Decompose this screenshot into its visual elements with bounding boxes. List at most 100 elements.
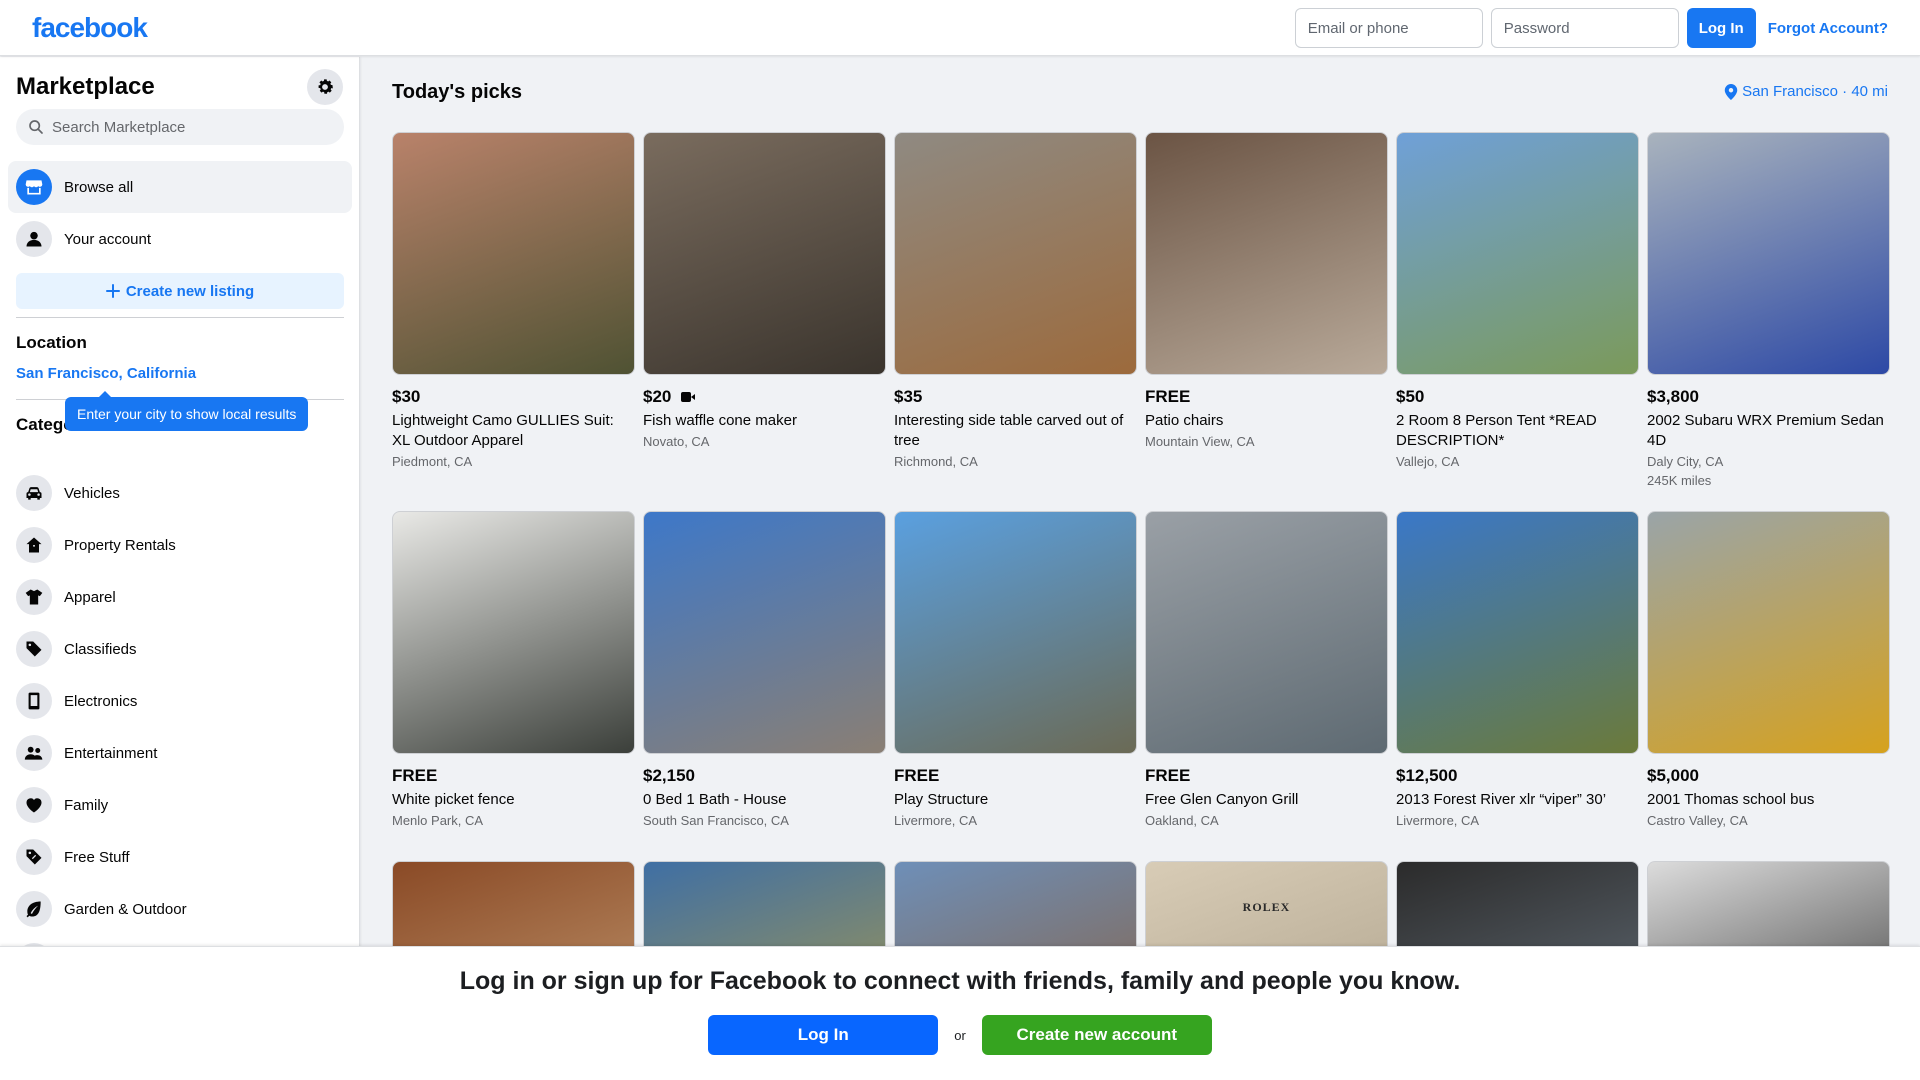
category-item-garden-outdoor[interactable]: Garden & Outdoor xyxy=(8,883,352,935)
heart-icon xyxy=(16,787,52,823)
listing-photo[interactable] xyxy=(643,511,886,754)
listing-photo[interactable] xyxy=(1396,132,1639,375)
nav-browse-all-label: Browse all xyxy=(64,178,134,196)
location-filter[interactable]: San Francisco · 40 mi xyxy=(1724,83,1888,100)
create-new-listing-label: Create new listing xyxy=(125,282,255,300)
search-box[interactable] xyxy=(16,109,344,145)
listing-photo[interactable] xyxy=(1145,511,1388,754)
listing-card[interactable]: $12,500 2013 Forest River xlr “viper” 30’… xyxy=(1396,511,1639,830)
sidebar-header: Marketplace xyxy=(16,69,343,105)
listing-location: Piedmont, CA xyxy=(392,454,473,469)
listing-price-row: $50 xyxy=(1396,387,1639,407)
listing-card[interactable]: $50 2 Room 8 Person Tent *READ DESCRIPTIO… xyxy=(1396,132,1639,471)
listing-photo[interactable] xyxy=(1145,132,1388,375)
listing-photo[interactable] xyxy=(894,132,1137,375)
listing-photo[interactable] xyxy=(392,132,635,375)
listing-card[interactable]: $2,150 0 Bed 1 Bath - House South San Fran… xyxy=(643,511,886,830)
listing-price-row: FREE xyxy=(894,766,1137,786)
forgot-account-link[interactable]: Forgot Account? xyxy=(1768,20,1888,37)
listing-title[interactable]: 2013 Forest River xlr “viper” 30’ xyxy=(1396,790,1639,810)
listing-price: $5,000 xyxy=(1647,766,1699,785)
location-tooltip: Enter your city to show local results xyxy=(65,397,309,431)
category-item-free-stuff[interactable]: Free Stuff xyxy=(8,831,352,883)
category-item-vehicles[interactable]: Vehicles xyxy=(8,467,352,519)
listing-price-row: FREE xyxy=(1145,766,1388,786)
listing-card[interactable]: $3,800 2002 Subaru WRX Premium Sedan 4D Da… xyxy=(1647,132,1890,491)
category-item-entertainment[interactable]: Entertainment xyxy=(8,727,352,779)
create-account-button[interactable]: Create new account xyxy=(981,1015,1212,1055)
category-item-classifieds[interactable]: Classifieds xyxy=(8,623,352,675)
location-link[interactable]: San Francisco, California xyxy=(16,365,196,382)
facebook-logo[interactable]: facebook xyxy=(32,12,148,44)
banner-login-button[interactable]: Log In xyxy=(708,1015,939,1055)
nav-your-account[interactable]: Your account xyxy=(8,213,352,265)
create-new-listing-button[interactable]: Create new listing xyxy=(16,273,344,309)
nav-browse-all[interactable]: Browse all xyxy=(8,161,352,213)
listing-photo[interactable] xyxy=(1647,511,1890,754)
category-label: Free Stuff xyxy=(64,848,130,866)
category-item-electronics[interactable]: Electronics xyxy=(8,675,352,727)
listing-price: $3,800 xyxy=(1647,387,1699,406)
listing-title[interactable]: Patio chairs xyxy=(1145,411,1388,431)
category-item-apparel[interactable]: Apparel xyxy=(8,571,352,623)
listing-price: FREE xyxy=(392,766,438,785)
house-icon xyxy=(16,527,52,563)
listing-title[interactable]: 2002 Subaru WRX Premium Sedan 4D xyxy=(1647,411,1890,451)
location-heading: Location xyxy=(16,333,87,352)
person-icon xyxy=(16,221,52,257)
listing-card[interactable]: FREE White picket fence Menlo Park, CA xyxy=(392,511,635,830)
listing-price: $2,150 xyxy=(643,766,695,785)
password-field[interactable] xyxy=(1490,8,1679,48)
category-label: Garden & Outdoor xyxy=(64,900,187,918)
listing-location: Oakland, CA xyxy=(1145,813,1219,828)
category-label: Vehicles xyxy=(64,484,120,502)
listing-card[interactable]: $35 Interesting side table carved out of … xyxy=(894,132,1137,471)
listing-location: Richmond, CA xyxy=(894,454,978,469)
listing-price: $20 xyxy=(643,387,672,406)
listing-title[interactable]: 2001 Thomas school bus xyxy=(1647,790,1890,810)
listing-title[interactable]: 2 Room 8 Person Tent *READ DESCRIPTION* xyxy=(1396,411,1639,451)
listing-price-row: $12,500 xyxy=(1396,766,1639,786)
listing-photo[interactable] xyxy=(392,511,635,754)
listing-price: $12,500 xyxy=(1396,766,1458,785)
listing-card[interactable]: FREE Play Structure Livermore, CA xyxy=(894,511,1137,830)
listing-location: Novato, CA xyxy=(643,434,710,449)
tag-icon xyxy=(16,631,52,667)
listing-card[interactable]: $20 Fish waffle cone maker Novato, CA xyxy=(643,132,886,451)
location-pin-icon xyxy=(1724,83,1738,100)
listing-photo[interactable] xyxy=(643,132,886,375)
listing-photo[interactable] xyxy=(1647,132,1890,375)
listing-photo[interactable] xyxy=(894,511,1137,754)
search-input[interactable] xyxy=(52,118,332,136)
email-field[interactable] xyxy=(1294,8,1483,48)
listing-title[interactable]: Interesting side table carved out of tre… xyxy=(894,411,1137,451)
listing-title[interactable]: Lightweight Camo GULLIES Suit: XL Outdoo… xyxy=(392,411,635,451)
category-item-property-rentals[interactable]: Property Rentals xyxy=(8,519,352,571)
login-button[interactable]: Log In xyxy=(1686,8,1756,48)
listing-location: Menlo Park, CA xyxy=(392,813,484,828)
listing-location: South San Francisco, CA xyxy=(643,813,789,828)
listing-title[interactable]: Free Glen Canyon Grill xyxy=(1145,790,1388,810)
signup-banner: Log in or sign up for Facebook to connec… xyxy=(0,946,1920,1080)
listing-card[interactable]: FREE Patio chairs Mountain View, CA xyxy=(1145,132,1388,451)
or-label: or xyxy=(954,1027,966,1043)
category-item-family[interactable]: Family xyxy=(8,779,352,831)
listing-card[interactable]: FREE Free Glen Canyon Grill Oakland, CA xyxy=(1145,511,1388,830)
listing-title[interactable]: Play Structure xyxy=(894,790,1137,810)
listing-photo[interactable] xyxy=(1396,511,1639,754)
listing-price-row: $30 xyxy=(392,387,635,407)
listing-title[interactable]: 0 Bed 1 Bath - House xyxy=(643,790,886,810)
settings-button[interactable] xyxy=(307,69,343,105)
listing-title[interactable]: White picket fence xyxy=(392,790,635,810)
shirt-icon xyxy=(16,579,52,615)
category-label: Family xyxy=(64,796,109,814)
listing-price: FREE xyxy=(1145,766,1191,785)
leaf-icon xyxy=(16,891,52,927)
listing-price: FREE xyxy=(1145,387,1191,406)
listing-title[interactable]: Fish waffle cone maker xyxy=(643,411,886,431)
location-filter-label: San Francisco · 40 mi xyxy=(1742,83,1888,100)
listing-card[interactable]: $5,000 2001 Thomas school bus Castro Valle… xyxy=(1647,511,1890,830)
video-icon xyxy=(679,390,697,404)
listing-price-row: FREE xyxy=(1145,387,1388,407)
listing-card[interactable]: $30 Lightweight Camo GULLIES Suit: XL Out… xyxy=(392,132,635,471)
